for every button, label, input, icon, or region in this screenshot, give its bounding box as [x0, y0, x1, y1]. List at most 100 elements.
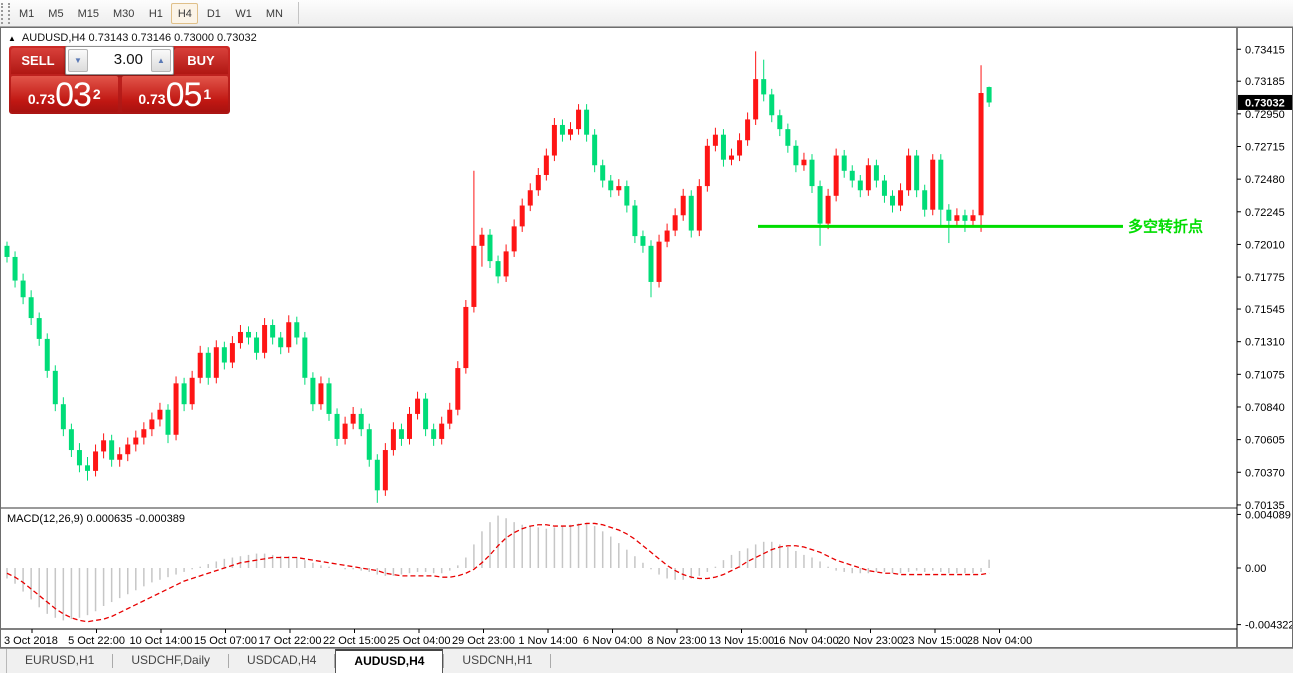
candle-body[interactable] — [455, 368, 460, 410]
candle-body[interactable] — [463, 307, 468, 368]
candle-body[interactable] — [391, 429, 396, 450]
candle-body[interactable] — [930, 160, 935, 210]
candle-body[interactable] — [793, 146, 798, 165]
candle-body[interactable] — [471, 246, 476, 307]
candle-body[interactable] — [109, 440, 114, 459]
candle-body[interactable] — [785, 129, 790, 146]
candle-body[interactable] — [858, 181, 863, 191]
price-chart[interactable]: 多空转折点0.734150.731850.729500.727150.72480… — [1, 28, 1292, 647]
volume-decrease-button[interactable]: ▼ — [68, 49, 88, 72]
candle-body[interactable] — [528, 190, 533, 205]
candle-body[interactable] — [842, 156, 847, 171]
timeframe-button-h1[interactable]: H1 — [142, 3, 169, 24]
chart-tab-audusd[interactable]: AUDUSD,H4 — [335, 649, 443, 673]
timeframe-button-m30[interactable]: M30 — [107, 3, 140, 24]
candle-body[interactable] — [157, 410, 162, 420]
candle-body[interactable] — [198, 353, 203, 378]
candle-body[interactable] — [850, 171, 855, 181]
candle-body[interactable] — [117, 454, 122, 460]
candle-body[interactable] — [343, 424, 348, 439]
candle-body[interactable] — [810, 160, 815, 186]
candle-body[interactable] — [383, 450, 388, 490]
candle-body[interactable] — [922, 190, 927, 209]
candle-body[interactable] — [536, 175, 541, 190]
candle-body[interactable] — [697, 186, 702, 230]
candle-body[interactable] — [665, 231, 670, 242]
candle-body[interactable] — [101, 440, 106, 451]
candle-body[interactable] — [77, 450, 82, 465]
candle-body[interactable] — [866, 165, 871, 190]
chart-tab-usdchf[interactable]: USDCHF,Daily — [113, 649, 228, 673]
candle-body[interactable] — [906, 156, 911, 191]
candle-body[interactable] — [286, 322, 291, 347]
candle-body[interactable] — [246, 332, 251, 338]
buy-price-tile[interactable]: 0.73 05 1 — [122, 76, 229, 112]
candle-body[interactable] — [21, 281, 26, 298]
candle-body[interactable] — [681, 196, 686, 215]
candle-body[interactable] — [987, 87, 992, 102]
candle-body[interactable] — [262, 325, 267, 353]
candle-body[interactable] — [214, 347, 219, 378]
candle-body[interactable] — [826, 196, 831, 224]
candle-body[interactable] — [721, 135, 726, 160]
candle-body[interactable] — [125, 444, 130, 454]
candle-body[interactable] — [818, 186, 823, 224]
candle-body[interactable] — [238, 332, 243, 343]
candle-body[interactable] — [890, 196, 895, 206]
candle-body[interactable] — [649, 246, 654, 282]
candle-body[interactable] — [496, 261, 501, 276]
timeframe-button-m1[interactable]: M1 — [13, 3, 40, 24]
candle-body[interactable] — [882, 181, 887, 196]
candle-body[interactable] — [737, 140, 742, 155]
candle-body[interactable] — [230, 343, 235, 362]
candle-body[interactable] — [182, 383, 187, 404]
candle-body[interactable] — [447, 410, 452, 424]
candle-body[interactable] — [971, 215, 976, 221]
candle-body[interactable] — [777, 115, 782, 129]
candle-body[interactable] — [133, 438, 138, 445]
candle-body[interactable] — [375, 460, 380, 491]
candle-body[interactable] — [69, 429, 74, 450]
candle-body[interactable] — [504, 251, 509, 276]
volume-increase-button[interactable]: ▲ — [151, 49, 171, 72]
candle-body[interactable] — [85, 465, 90, 471]
candle-body[interactable] — [302, 338, 307, 378]
timeframe-button-mn[interactable]: MN — [260, 3, 289, 24]
candle-body[interactable] — [914, 156, 919, 191]
candle-body[interactable] — [351, 414, 356, 424]
candle-body[interactable] — [761, 79, 766, 94]
candle-body[interactable] — [141, 429, 146, 437]
candle-body[interactable] — [190, 378, 195, 404]
candle-body[interactable] — [318, 383, 323, 404]
candle-body[interactable] — [769, 94, 774, 115]
candle-body[interactable] — [439, 424, 444, 439]
timeframe-button-m15[interactable]: M15 — [72, 3, 105, 24]
candle-body[interactable] — [407, 414, 412, 439]
candle-body[interactable] — [938, 160, 943, 210]
candle-body[interactable] — [954, 215, 959, 221]
candle-body[interactable] — [149, 419, 154, 429]
candle-body[interactable] — [874, 165, 879, 180]
candle-body[interactable] — [174, 383, 179, 434]
candle-body[interactable] — [61, 404, 66, 429]
candle-body[interactable] — [689, 196, 694, 231]
candle-body[interactable] — [600, 165, 605, 180]
candle-body[interactable] — [222, 347, 227, 362]
candle-body[interactable] — [310, 378, 315, 404]
candle-body[interactable] — [520, 206, 525, 227]
candle-body[interactable] — [979, 93, 984, 215]
candle-body[interactable] — [206, 353, 211, 378]
sell-price-tile[interactable]: 0.73 03 2 — [11, 76, 118, 112]
timeframe-button-d1[interactable]: D1 — [200, 3, 227, 24]
candle-body[interactable] — [946, 210, 951, 221]
candle-body[interactable] — [657, 242, 662, 282]
chart-tab-eurusd[interactable]: EURUSD,H1 — [7, 649, 112, 673]
candle-body[interactable] — [673, 215, 678, 230]
candle-body[interactable] — [479, 235, 484, 246]
candle-body[interactable] — [294, 322, 299, 337]
candle-body[interactable] — [29, 297, 34, 318]
candle-body[interactable] — [415, 399, 420, 414]
buy-button[interactable]: BUY — [174, 48, 228, 74]
collapse-icon[interactable]: ▲ — [8, 34, 16, 43]
timeframe-button-m5[interactable]: M5 — [42, 3, 69, 24]
